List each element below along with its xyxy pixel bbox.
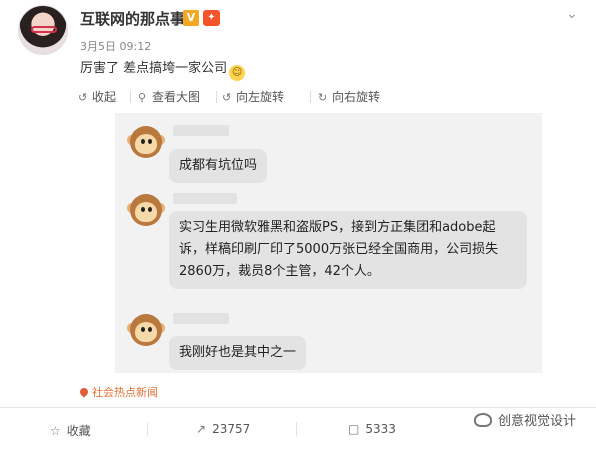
topic-label: 社会热点新闻 bbox=[92, 386, 158, 399]
repost-count: 23757 bbox=[212, 422, 251, 436]
watermark-text: 创意视觉设计 bbox=[498, 414, 577, 429]
chat-line: 实习生用微软雅黑和盗版PS，接到方正集团和adobe起 bbox=[179, 220, 496, 235]
rotate-left-icon: ↺ bbox=[222, 91, 232, 104]
chat-line: 诉，样稿印刷厂印了5000万张已经全国商用，公司损失 bbox=[179, 242, 499, 257]
location-pin-icon bbox=[78, 386, 90, 398]
rotate-left-label: 向左旋转 bbox=[236, 90, 285, 104]
monkey-avatar-icon bbox=[127, 123, 165, 161]
monkey-avatar-icon bbox=[127, 191, 165, 229]
comment-icon: □ bbox=[348, 422, 360, 436]
avatar[interactable] bbox=[18, 5, 68, 55]
favorite-label: 收藏 bbox=[66, 424, 91, 438]
repost-icon: ↗ bbox=[196, 422, 207, 436]
author-name[interactable]: 互联网的那点事 bbox=[80, 8, 185, 29]
chat-bubble: 我刚好也是其中之一 bbox=[169, 336, 307, 370]
star-icon: ☆ bbox=[50, 424, 61, 438]
view-large-button[interactable]: ⚲ 查看大图 bbox=[138, 88, 200, 105]
vip-badge: ✦ bbox=[203, 10, 220, 26]
chevron-down-icon[interactable]: ⌄ bbox=[566, 6, 578, 22]
collapse-arrow-icon: ↺ bbox=[78, 91, 88, 104]
blurred-username bbox=[173, 125, 229, 136]
post-text: 厉害了 差点搞垮一家公司 ☺ bbox=[80, 57, 246, 81]
comment-button[interactable]: □ 5333 bbox=[348, 422, 396, 436]
rotate-right-button[interactable]: ↻ 向右旋转 bbox=[318, 88, 380, 105]
repost-button[interactable]: ↗ 23757 bbox=[196, 422, 250, 436]
rotate-right-label: 向右旋转 bbox=[332, 90, 381, 104]
monkey-avatar-icon bbox=[127, 311, 165, 349]
collapse-label: 收起 bbox=[92, 90, 117, 104]
topic-link[interactable]: 社会热点新闻 bbox=[78, 384, 158, 400]
favorite-button[interactable]: ☆ 收藏 bbox=[50, 422, 91, 439]
post-time[interactable]: 3月5日 09:12 bbox=[80, 38, 151, 54]
chat-bubble-long: 实习生用微软雅黑和盗版PS，接到方正集团和adobe起 诉，样稿印刷厂印了500… bbox=[169, 211, 527, 289]
post-header: 互联网的那点事 V ✦ ⌄ 3月5日 09:12 bbox=[0, 0, 596, 56]
rotate-right-icon: ↻ bbox=[318, 91, 328, 104]
post-text-body: 厉害了 差点搞垮一家公司 bbox=[80, 61, 228, 76]
comment-count: 5333 bbox=[365, 422, 396, 436]
verified-badge: V bbox=[183, 10, 199, 26]
chat-bubble: 成都有坑位吗 bbox=[169, 149, 268, 183]
collapse-button[interactable]: ↺ 收起 bbox=[78, 88, 116, 105]
blurred-username bbox=[173, 193, 237, 204]
chat-screenshot-image[interactable]: 成都有坑位吗 实习生用微软雅黑和盗版PS，接到方正集团和adobe起 诉，样稿印… bbox=[115, 113, 542, 373]
wechat-logo-icon bbox=[474, 413, 492, 427]
rotate-left-button[interactable]: ↺ 向左旋转 bbox=[222, 88, 284, 105]
view-large-label: 查看大图 bbox=[152, 90, 201, 104]
watermark: 创意视觉设计 bbox=[474, 410, 576, 429]
magnifier-icon: ⚲ bbox=[138, 91, 147, 104]
chat-line: 2860万，裁员8个主管，42个人。 bbox=[179, 264, 380, 279]
blurred-username bbox=[173, 313, 229, 324]
emoji-icon: ☺ bbox=[229, 65, 246, 81]
